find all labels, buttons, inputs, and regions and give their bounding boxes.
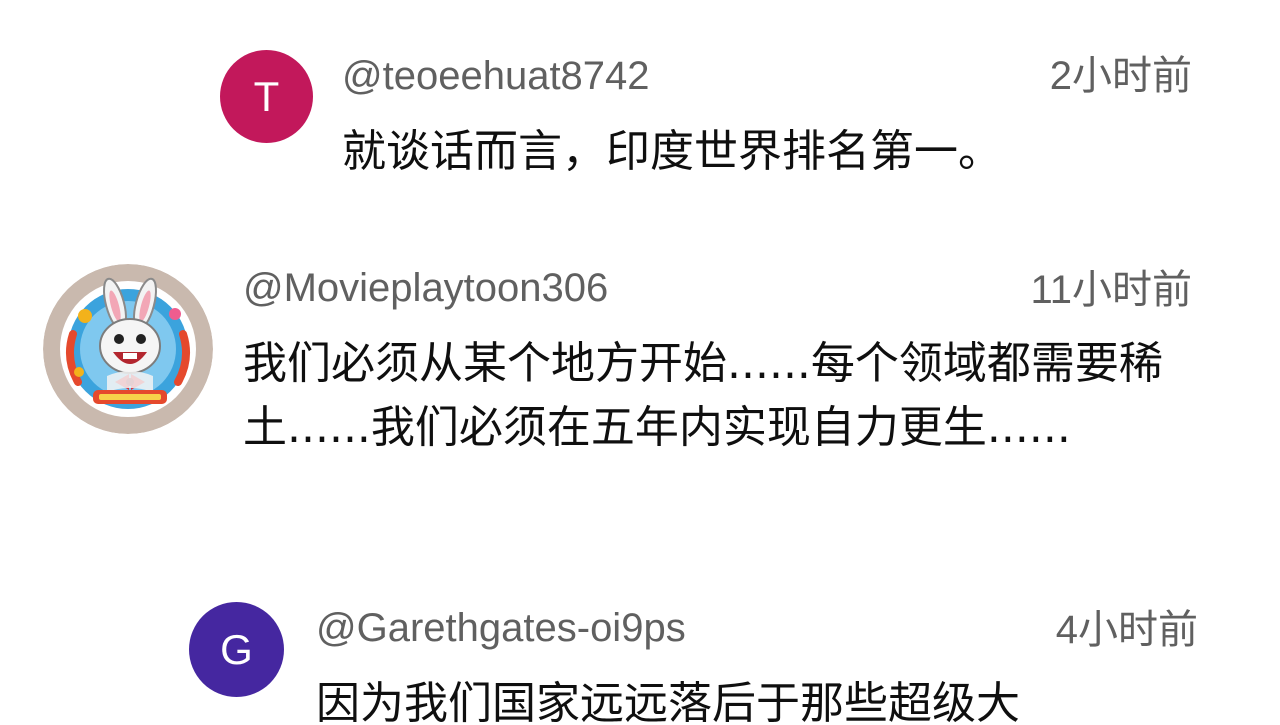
comment-timestamp: 2小时前 [1049, 54, 1192, 98]
comment-text: 因为我们国家远远落后于那些超级大 [316, 678, 1020, 725]
comment-thread: T @teoeehuat8742 2小时前 就谈话而言，印度世界排名第一。 @M… [0, 0, 1280, 725]
comment-item: T @teoeehuat8742 2小时前 就谈话而言，印度世界排名第一。 [0, 0, 1280, 220]
comment-item: G @Garethgates-oi9ps 4小时前 因为我们国家远远落后于那些超… [0, 590, 1280, 725]
avatar[interactable]: T [220, 50, 313, 143]
avatar-letter: T [253, 72, 280, 120]
comment-timestamp: 4小时前 [1055, 608, 1198, 652]
comment-text: 我们必须从某个地方开始......每个领域都需要稀土......我们必须在五年内… [243, 338, 1163, 453]
comment-author[interactable]: @teoeehuat8742 [342, 52, 650, 100]
comment-text: 就谈话而言，印度世界排名第一。 [342, 126, 1002, 177]
comment-timestamp: 11小时前 [1030, 268, 1192, 312]
cartoon-bunny-avatar-icon[interactable] [43, 264, 213, 434]
avatar[interactable]: G [189, 602, 284, 697]
comment-author[interactable]: @Garethgates-oi9ps [316, 604, 686, 652]
comment-author[interactable]: @Movieplaytoon306 [243, 264, 608, 312]
comment-item: @Movieplaytoon306 11小时前 我们必须从某个地方开始.....… [0, 250, 1280, 550]
avatar-letter: G [220, 625, 253, 673]
